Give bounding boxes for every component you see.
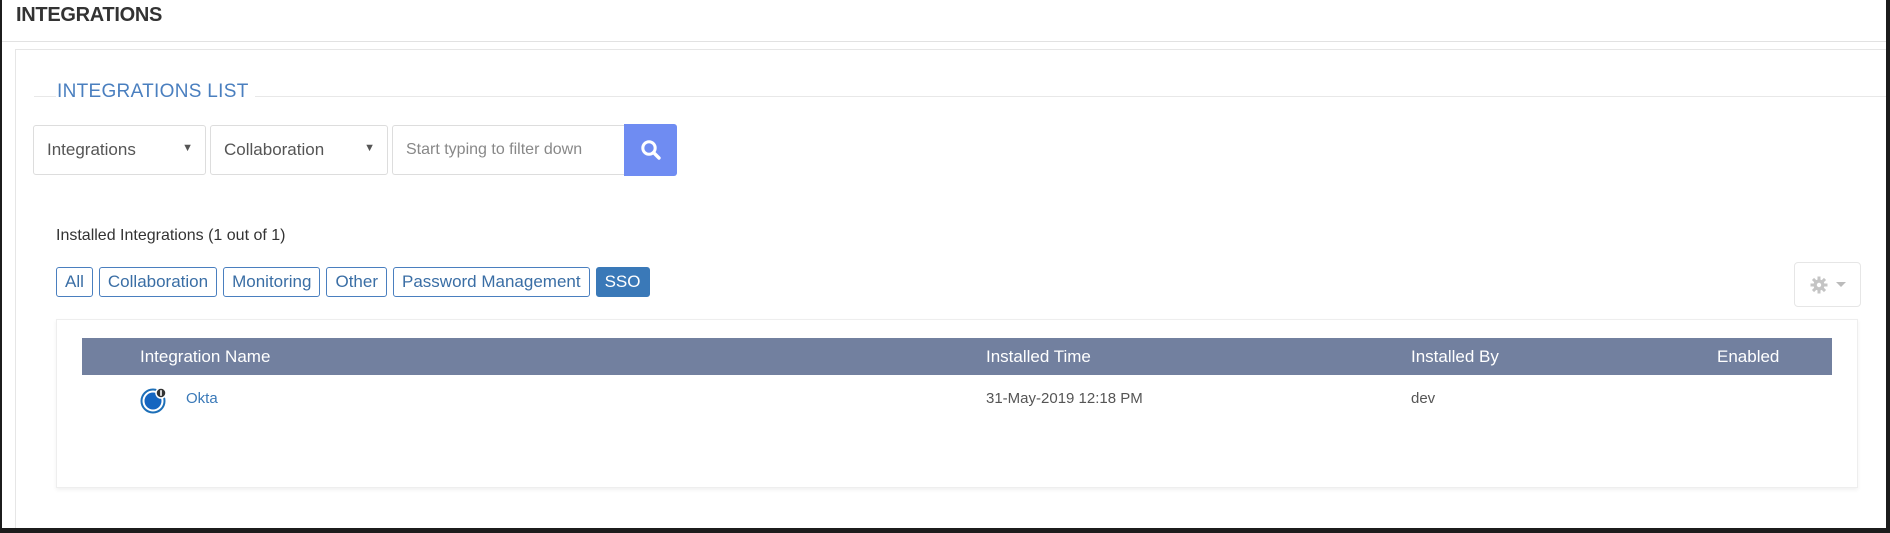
page-title: INTEGRATIONS (16, 4, 163, 26)
tag-all[interactable]: All (56, 267, 93, 297)
installed-count-label: Installed Integrations (1 out of 1) (56, 227, 286, 244)
column-header-enabled[interactable]: Enabled (1717, 347, 1779, 367)
chevron-down-icon: ▼ (182, 142, 193, 154)
chevron-down-icon: ▼ (364, 142, 375, 154)
installed-time: 31-May-2019 12:18 PM (986, 390, 1143, 407)
tag-collaboration[interactable]: Collaboration (98, 267, 218, 297)
category-select-value: Collaboration (224, 140, 325, 159)
tag-password-management[interactable]: Password Management (393, 267, 590, 297)
column-header-name[interactable]: Integration Name (140, 347, 270, 367)
page-header: INTEGRATIONS (2, 0, 1886, 42)
search-button[interactable] (624, 124, 677, 176)
column-header-installed-by[interactable]: Installed By (1411, 347, 1499, 367)
table-header: Integration Name Installed Time Installe… (82, 338, 1832, 375)
tag-other[interactable]: Other (326, 267, 387, 297)
column-header-installed-time[interactable]: Installed Time (986, 347, 1091, 367)
integrations-table: Integration Name Installed Time Installe… (56, 319, 1858, 488)
installed-by: dev (1411, 390, 1436, 407)
caret-down-icon (1835, 282, 1846, 287)
bottom-edge (0, 528, 1890, 533)
integration-name-link[interactable]: Okta (186, 390, 218, 407)
okta-logo-icon (140, 387, 167, 414)
section-divider (34, 96, 1886, 97)
table-row: Okta 31-May-2019 12:18 PM dev (82, 378, 1832, 418)
section-title: INTEGRATIONS LIST (56, 81, 255, 103)
search-icon (640, 140, 661, 160)
settings-dropdown-button[interactable] (1794, 262, 1861, 307)
category-tags: All Collaboration Monitoring Other Passw… (56, 267, 656, 297)
tag-monitoring[interactable]: Monitoring (223, 267, 321, 297)
search-input[interactable] (392, 125, 624, 175)
integrations-window: INTEGRATIONS INTEGRATIONS LIST Integrati… (2, 0, 1886, 528)
filter-row: Integrations ▼ Collaboration ▼ (33, 124, 677, 177)
category-select[interactable]: Collaboration ▼ (210, 125, 388, 175)
tag-sso[interactable]: SSO (595, 267, 650, 297)
type-select-value: Integrations (47, 140, 136, 159)
type-select[interactable]: Integrations ▼ (33, 125, 206, 175)
integrations-panel: INTEGRATIONS LIST Integrations ▼ Collabo… (15, 49, 1886, 528)
gear-icon (1810, 276, 1827, 293)
